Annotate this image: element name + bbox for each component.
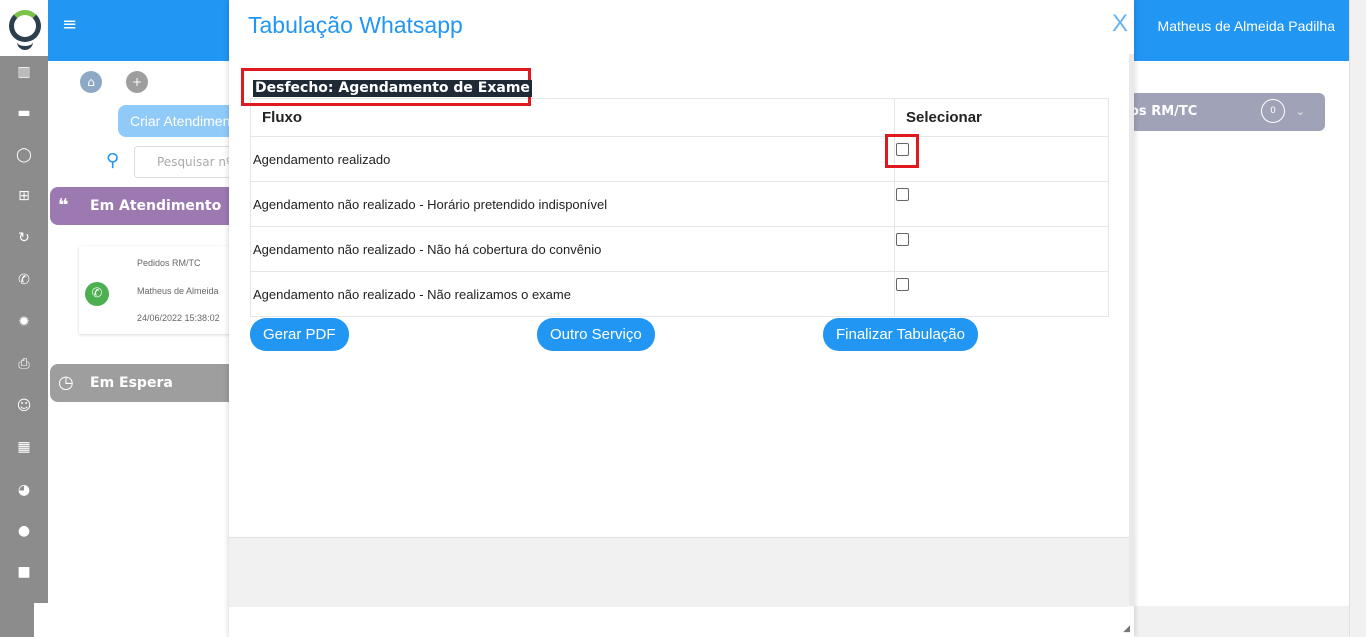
gerar-pdf-button[interactable]: Gerar PDF (250, 318, 349, 351)
smile-icon[interactable]: ☺ (14, 396, 34, 416)
home-icon[interactable]: ⌂ (80, 71, 102, 93)
fluxo-label: Agendamento não realizado - Horário pret… (250, 181, 895, 227)
modal-title: Tabulação Whatsapp (248, 12, 463, 38)
hamburger-icon[interactable]: ≡ (62, 14, 77, 35)
logo-tail-icon (17, 40, 33, 50)
desfecho-label: Desfecho: Agendamento de Exame (253, 80, 532, 97)
atendimento-card[interactable]: ✆ Pedidos RM/TC Matheus de Almeida 24/06… (79, 246, 231, 334)
outro-servico-button[interactable]: Outro Serviço (537, 318, 655, 351)
add-list-icon[interactable]: + (126, 71, 148, 93)
desfecho-highlight-box: Desfecho: Agendamento de Exame (241, 68, 532, 106)
em-espera-section[interactable]: ◷ Em Espera (50, 364, 230, 402)
dashboard-icon[interactable]: ◕ (14, 480, 34, 500)
select-cell (894, 271, 1109, 317)
table-row: Agendamento não realizado - Não realizam… (250, 271, 1109, 317)
highlight-box (885, 134, 919, 168)
fluxo-table: Fluxo Selecionar Agendamento realizado A… (250, 98, 1109, 317)
select-cell (885, 134, 1109, 182)
em-atendimento-section[interactable]: ❝ Em Atendimento (50, 187, 230, 225)
select-checkbox[interactable] (896, 278, 909, 291)
clock-icon: ◷ (58, 372, 74, 393)
card-agent: Matheus de Almeida (137, 286, 219, 296)
modal-footer (229, 537, 1129, 607)
criar-atendimento-button[interactable]: Criar Atendimento (118, 105, 238, 137)
print-icon[interactable]: ⎙ (14, 354, 34, 374)
comment-icon[interactable]: ● (14, 521, 34, 541)
table-row: Agendamento não realizado - Não há cober… (250, 226, 1109, 272)
left-sidebar: ▥ ▬ ◯ ⊞ ↻ ✆ ✹ ⎙ ☺ ▦ ◕ ● ■ (0, 0, 48, 637)
table-row: Agendamento não realizado - Horário pret… (250, 181, 1109, 227)
search-icon: ⚲ (106, 150, 120, 171)
chart-bar-icon[interactable]: ▥ (14, 62, 34, 82)
select-cell (894, 226, 1109, 272)
select-cell (894, 181, 1109, 227)
fluxo-label: Agendamento não realizado - Não há cober… (250, 226, 895, 272)
video-icon[interactable]: ■ (14, 562, 34, 582)
search-input[interactable]: Pesquisar nº (134, 146, 234, 178)
briefcase-icon[interactable]: ▬ (14, 103, 34, 123)
column-header-selecionar: Selecionar (894, 98, 1109, 137)
rmtc-queue-bar[interactable]: os RM/TC 0 ⌄ (1130, 93, 1325, 131)
close-button[interactable]: X (1112, 10, 1128, 38)
modal-scrollbar[interactable] (1129, 54, 1134, 606)
select-checkbox[interactable] (896, 233, 909, 246)
resize-grip-icon[interactable]: ◢ (1123, 624, 1130, 634)
page-scrollbar[interactable] (1349, 0, 1366, 637)
whatsapp-icon: ✆ (85, 282, 109, 306)
em-atendimento-label: Em Atendimento (90, 198, 222, 214)
refresh-icon[interactable]: ↻ (14, 228, 34, 248)
em-espera-label: Em Espera (90, 375, 173, 391)
tabulacao-modal: Tabulação Whatsapp X Fluxo Selecionar Ag… (229, 0, 1134, 637)
logo-ring-icon (9, 10, 41, 42)
bottom-strip (34, 603, 229, 637)
calendar-icon[interactable]: ▦ (14, 437, 34, 457)
card-datetime: 24/06/2022 15:38:02 (137, 313, 220, 323)
whatsapp-icon[interactable]: ◯ (14, 145, 34, 165)
fluxo-label: Agendamento realizado (250, 136, 895, 182)
finalizar-tabulacao-button[interactable]: Finalizar Tabulação (823, 318, 978, 351)
chat-bubbles-icon: ❝ (58, 195, 69, 216)
app-logo (0, 0, 48, 56)
plus-square-icon[interactable]: ⊞ (14, 186, 34, 206)
phone-icon[interactable]: ✆ (14, 270, 34, 290)
fluxo-label: Agendamento não realizado - Não realizam… (250, 271, 895, 317)
chevron-down-icon[interactable]: ⌄ (1296, 93, 1305, 131)
gear-icon[interactable]: ✹ (14, 312, 34, 332)
table-row: Agendamento realizado (250, 134, 1109, 182)
user-name[interactable]: Matheus de Almeida Padilha (1158, 18, 1335, 34)
rmtc-count-badge: 0 (1261, 99, 1285, 123)
select-checkbox[interactable] (896, 188, 909, 201)
card-pedidos: Pedidos RM/TC (137, 258, 201, 268)
rmtc-label: os RM/TC (1130, 104, 1198, 119)
